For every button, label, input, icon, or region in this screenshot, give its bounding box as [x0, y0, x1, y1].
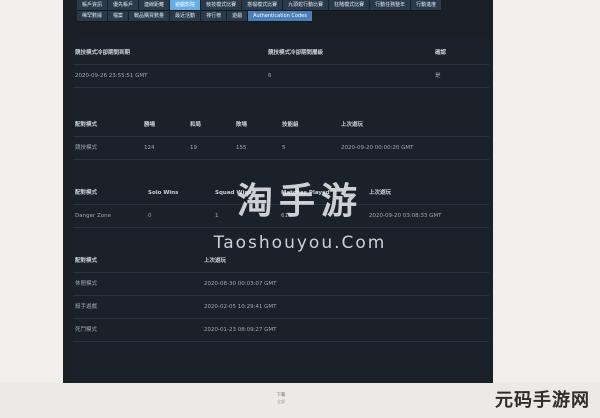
tab-row-2: 稀罕數據 檔案 戰品購買數量 最近活動 排行榜 遊戲 Authenticatio…: [77, 11, 493, 22]
column-header: 配對模式: [75, 122, 98, 128]
tab-gamble-matches[interactable]: 狂賭模式比賽: [329, 0, 370, 11]
column-header: 敗場: [236, 122, 248, 128]
table-header-row: 配對模式 勝場 和局 敗場 技能組 上次遊玩: [73, 114, 489, 137]
footer-download[interactable]: 下載 全部: [268, 393, 294, 405]
tab-competitive-matches[interactable]: 競技模式比賽: [201, 0, 242, 11]
table-cell: 19: [190, 145, 197, 151]
casual-modes-table: 配對模式 上次遊玩 休閒模式 2020-08-30 00:03:07 GMT 殺…: [73, 250, 489, 342]
column-header: 配對模式: [75, 258, 98, 264]
table-cell: 是: [435, 73, 441, 79]
site-brand-watermark: 元码手游网: [495, 390, 590, 411]
tab-rare-data[interactable]: 稀罕數據: [77, 11, 108, 22]
table-row: 殺手遊戲 2020-02-05 10:29:41 GMT: [73, 296, 489, 319]
table-cell: Danger Zone: [75, 213, 111, 219]
table-cell: 2020-09-20 00:00:20 GMT: [341, 145, 414, 151]
tab-row-1: 帳戶資訊 優先帳戶 連線距離 遊戲影院 競技模式比賽 搭檔模式比賽 九頭蛇行動比…: [77, 0, 493, 11]
table-row: 2020-09-26 23:55:51 GMT 6 是: [73, 65, 489, 88]
column-header: 競技模式冷卻期間到期: [75, 50, 131, 56]
table-cell: 2020-01-23 08:09:27 GMT: [204, 327, 277, 333]
table-cell: 休閒模式: [75, 281, 98, 287]
table-cell: 競技模式: [75, 145, 98, 151]
tab-hydra-matches[interactable]: 九頭蛇行動比賽: [283, 0, 329, 11]
content-panel: 競技模式冷卻期間到期 競技模式冷卻期間層級 確認 2020-09-26 23:5…: [73, 37, 489, 379]
column-header: 和局: [190, 122, 202, 128]
table-row: 死鬥模式 2020-01-23 08:09:27 GMT: [73, 319, 489, 342]
table-row: Danger Zone 0 1 61 2020-09-20 03:08:33 G…: [73, 205, 489, 228]
column-header: 上次遊玩: [204, 258, 227, 264]
tab-prime-account[interactable]: 優先帳戶: [108, 0, 139, 11]
table-cell: 6: [268, 73, 272, 79]
tab-connection[interactable]: 連線距離: [139, 0, 170, 11]
tab-leaderboard[interactable]: 排行榜: [201, 11, 227, 22]
tab-mission-progress[interactable]: 行動進度: [411, 0, 442, 11]
footer-download-sublabel: 全部: [277, 399, 285, 404]
table-cell: 殺手遊戲: [75, 304, 98, 310]
table-cell: 124: [144, 145, 155, 151]
column-header: 上次遊玩: [369, 190, 392, 196]
tab-item-purchases[interactable]: 戰品購買數量: [129, 11, 170, 22]
danger-zone-table: 配對模式 Solo Wins Squad Wins Matches Played…: [73, 182, 489, 228]
table-cell: 2020-09-20 03:08:33 GMT: [369, 213, 442, 219]
tab-mission-year[interactable]: 行動任務整年: [370, 0, 411, 11]
column-header: 技能組: [282, 122, 299, 128]
table-row: 競技模式 124 19 155 5 2020-09-20 00:00:20 GM…: [73, 137, 489, 160]
table-cell: 2020-09-26 23:55:51 GMT: [75, 73, 148, 79]
table-row: 休閒模式 2020-08-30 00:03:07 GMT: [73, 273, 489, 296]
tab-authentication-codes[interactable]: Authentication Codes: [248, 11, 312, 22]
cooldown-table: 競技模式冷卻期間到期 競技模式冷卻期間層級 確認 2020-09-26 23:5…: [73, 42, 489, 88]
tab-game-theater[interactable]: 遊戲影院: [170, 0, 201, 11]
tab-files[interactable]: 檔案: [108, 11, 129, 22]
column-header: Matches Played: [281, 190, 330, 196]
column-header: 上次遊玩: [341, 122, 364, 128]
tab-wingman-matches[interactable]: 搭檔模式比賽: [242, 0, 283, 11]
table-cell: 2020-08-30 00:03:07 GMT: [204, 281, 277, 287]
tab-bar: 帳戶資訊 優先帳戶 連線距離 遊戲影院 競技模式比賽 搭檔模式比賽 九頭蛇行動比…: [77, 0, 493, 22]
column-header: 勝場: [144, 122, 156, 128]
competitive-stats-table: 配對模式 勝場 和局 敗場 技能組 上次遊玩 競技模式 124 19 155 5…: [73, 114, 489, 160]
table-cell: 1: [215, 213, 219, 219]
column-header: Squad Wins: [215, 190, 252, 196]
column-header: 競技模式冷卻期間層級: [268, 50, 324, 56]
table-cell: 死鬥模式: [75, 327, 98, 333]
table-cell: 2020-02-05 10:29:41 GMT: [204, 304, 277, 310]
table-header-row: 配對模式 上次遊玩: [73, 250, 489, 273]
table-cell: 61: [281, 213, 288, 219]
table-cell: 155: [236, 145, 247, 151]
column-header: 配對模式: [75, 190, 98, 196]
table-header-row: 配對模式 Solo Wins Squad Wins Matches Played…: [73, 182, 489, 205]
table-cell: 5: [282, 145, 286, 151]
table-cell: 0: [148, 213, 152, 219]
column-header: Solo Wins: [148, 190, 179, 196]
column-header: 確認: [435, 50, 447, 56]
app-window: 帳戶資訊 優先帳戶 連線距離 遊戲影院 競技模式比賽 搭檔模式比賽 九頭蛇行動比…: [63, 0, 493, 383]
table-header-row: 競技模式冷卻期間到期 競技模式冷卻期間層級 確認: [73, 42, 489, 65]
tab-account-info[interactable]: 帳戶資訊: [77, 0, 108, 11]
tab-recent-activity[interactable]: 最近活動: [170, 11, 201, 22]
tab-game[interactable]: 遊戲: [227, 11, 248, 22]
